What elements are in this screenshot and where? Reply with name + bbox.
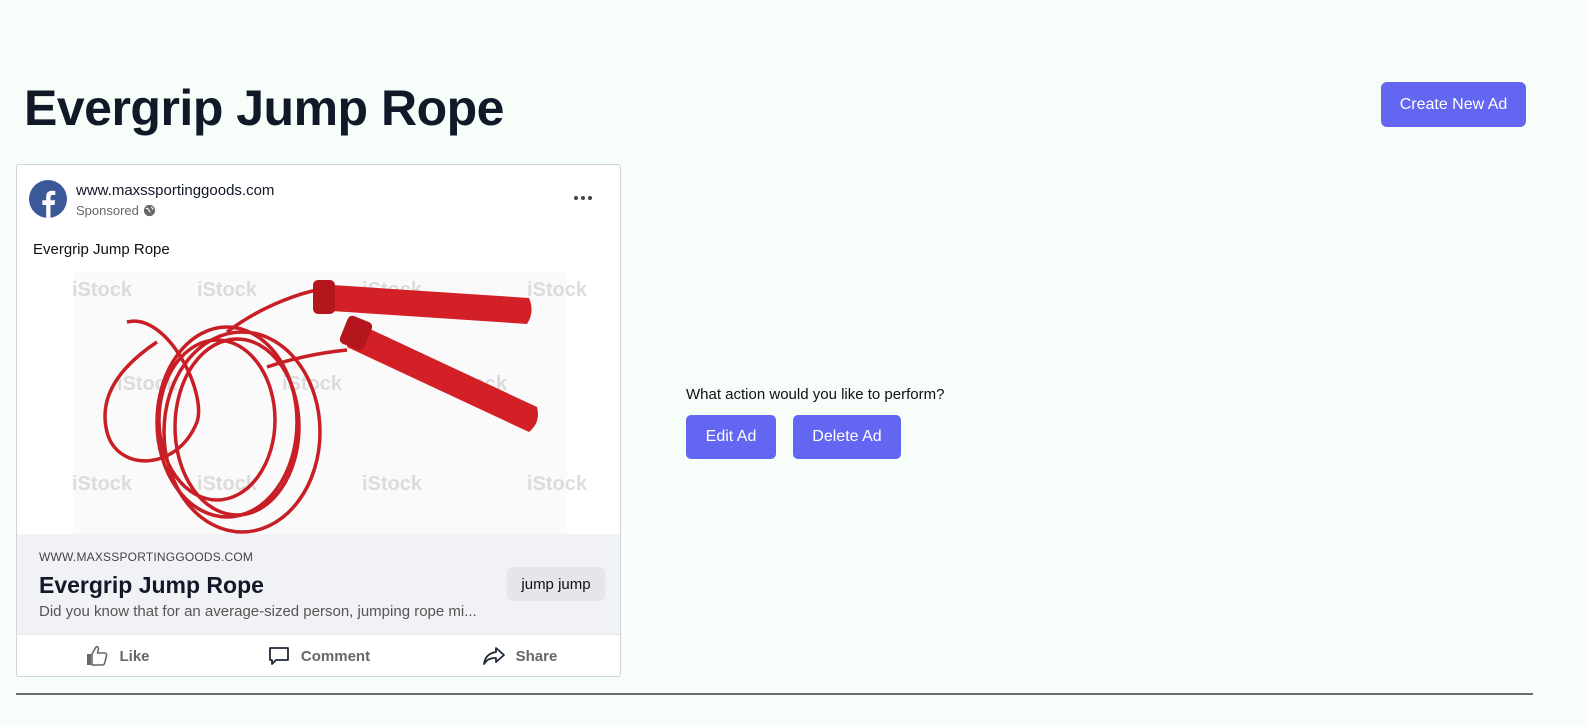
advertiser-name[interactable]: www.maxssportinggoods.com [76,182,274,199]
create-new-ad-button[interactable]: Create New Ad [1381,82,1526,127]
svg-text:iStock: iStock [527,279,588,301]
ad-primary-text: Evergrip Jump Rope [33,241,170,258]
page-title: Evergrip Jump Rope [24,80,505,136]
comment-label: Comment [300,647,371,665]
link-domain: WWW.MAXSSPORTINGGOODS.COM [39,550,254,564]
bottom-divider [16,693,1533,695]
comment-icon [269,647,289,665]
action-prompt: What action would you like to perform? [686,386,945,403]
share-label: Share [515,647,558,665]
svg-text:iStock: iStock [197,279,258,301]
more-options-icon[interactable] [570,188,596,208]
share-icon [482,647,505,665]
share-button[interactable]: Share [419,635,620,676]
svg-text:iStock: iStock [72,473,133,495]
ad-header: www.maxssportinggoods.com Sponsored [29,180,608,222]
ad-actions-bar: Like Comment Share [17,634,620,676]
sponsored-label: Sponsored [76,203,156,218]
globe-icon [143,204,155,217]
link-title: Evergrip Jump Rope [39,572,264,598]
ad-image[interactable]: iStock iStock iStock iStock iStock iStoc… [17,272,620,534]
comment-button[interactable]: Comment [218,635,419,676]
edit-ad-button[interactable]: Edit Ad [686,415,776,459]
delete-ad-button[interactable]: Delete Ad [793,415,901,459]
svg-text:iStock: iStock [527,473,588,495]
facebook-logo-icon [29,180,67,218]
cta-button[interactable]: jump jump [507,567,605,601]
ad-link-preview[interactable]: WWW.MAXSSPORTINGGOODS.COM Evergrip Jump … [17,534,620,634]
thumbs-up-icon [87,645,108,666]
ad-preview-card: www.maxssportinggoods.com Sponsored Ever… [16,164,621,677]
svg-text:iStock: iStock [197,473,258,495]
like-label: Like [119,647,150,665]
like-button[interactable]: Like [17,635,218,676]
link-description: Did you know that for an average-sized p… [39,603,477,620]
svg-text:iStock: iStock [72,279,133,301]
sponsored-text: Sponsored [76,203,139,218]
jump-rope-image: iStock iStock iStock iStock iStock iStoc… [72,272,588,534]
svg-text:iStock: iStock [362,473,423,495]
